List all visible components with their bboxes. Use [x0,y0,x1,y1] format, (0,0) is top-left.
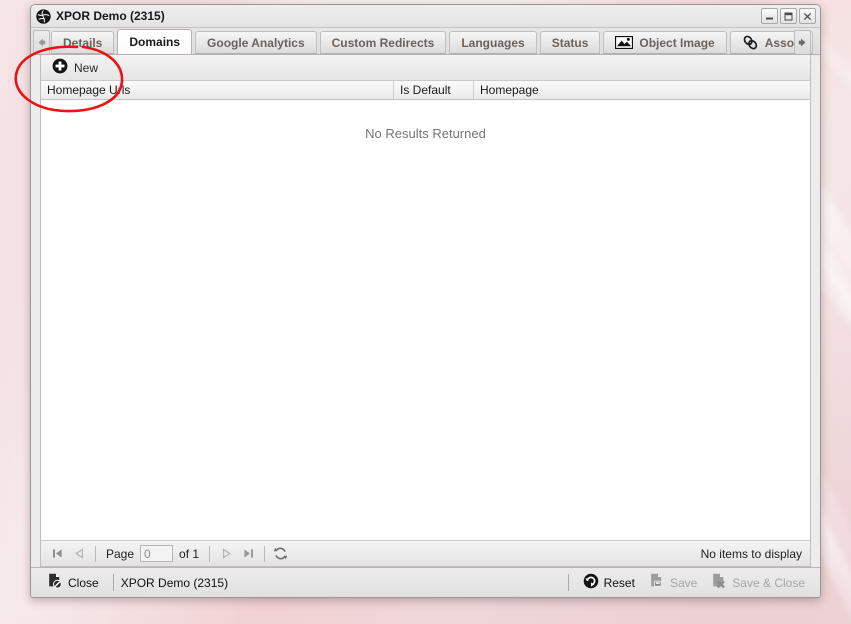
minimize-button[interactable] [761,8,778,24]
pager-divider [95,545,96,562]
tab-domains[interactable]: Domains [117,29,193,54]
save-close-icon [711,573,727,592]
grid-column-headers: Homepage Urls Is Default Homepage [41,81,810,100]
save-icon [649,573,665,592]
pager-divider [209,545,211,562]
tab-google-analytics[interactable]: Google Analytics [195,31,317,54]
page-number-input[interactable] [140,545,174,562]
tab-languages[interactable]: Languages [449,31,537,54]
tab-scroll-left-icon[interactable] [33,30,50,54]
empty-state-message: No Results Returned [365,126,486,141]
close-button[interactable] [799,8,816,24]
first-page-icon[interactable] [47,545,67,563]
new-button[interactable]: New [49,55,105,80]
save-and-close-button-label: Save & Close [732,575,805,590]
tab-content-panel: New Homepage Urls Is Default Homepage No… [40,55,811,567]
window-title: XPOR Demo (2315) [56,9,165,23]
tabs-container: Details Domains Google Analytics Custom … [51,27,820,54]
page-label: Page [106,546,135,561]
last-page-icon[interactable] [238,545,258,563]
tab-object-image[interactable]: Object Image [603,31,727,54]
page-total-label: of 1 [179,546,200,561]
footer-record-title: XPOR Demo (2315) [120,575,229,590]
tab-label: Details [63,35,103,50]
tab-status[interactable]: Status [539,31,601,54]
close-button-footer[interactable]: Close [40,569,106,596]
column-header-homepage[interactable]: Homepage [474,81,810,99]
reset-button[interactable]: Reset [576,569,642,596]
footer-divider [567,574,569,591]
window-titlebar[interactable]: XPOR Demo (2315) [31,5,820,28]
tab-custom-redirects[interactable]: Custom Redirects [319,31,447,54]
close-document-icon [47,573,63,592]
image-icon [615,36,634,49]
tab-label: Status [551,35,589,50]
previous-page-icon[interactable] [69,545,89,563]
reset-icon [583,573,599,592]
application-window: XPOR Demo (2315) Details Domains Google … [30,4,821,598]
next-page-icon[interactable] [216,545,236,563]
column-header-homepage-urls[interactable]: Homepage Urls [41,81,394,99]
plus-circle-icon [52,58,68,77]
tab-strip: Details Domains Google Analytics Custom … [31,28,820,55]
grid-body: No Results Returned [41,100,810,540]
tab-scroll-right-icon[interactable] [794,30,811,54]
reset-button-label: Reset [603,575,635,590]
grid-toolbar: New [41,55,810,81]
globe-icon [36,8,51,24]
tab-details[interactable]: Details [51,31,115,54]
tab-label: Domains [129,35,181,49]
save-and-close-button[interactable]: Save & Close [704,569,812,596]
tab-label: Custom Redirects [331,35,435,50]
refresh-icon[interactable] [271,545,289,563]
footer-divider [112,574,114,591]
new-button-label: New [74,60,99,75]
save-button[interactable]: Save [642,569,704,596]
maximize-button[interactable] [780,8,797,24]
pager-divider [264,545,266,562]
column-header-is-default[interactable]: Is Default [394,81,474,99]
tab-label: Languages [461,35,525,50]
window-controls [761,8,816,24]
tab-label: Object Image [639,35,715,50]
window-footer: Close XPOR Demo (2315) Reset Save Save &… [31,567,820,597]
tab-label: Google Analytics [207,35,305,50]
grid-pager: Page of 1 [41,540,810,566]
link-icon [742,35,759,50]
save-button-label: Save [669,575,698,590]
close-button-label: Close [68,575,99,590]
pager-status-text: No items to display [700,546,802,561]
